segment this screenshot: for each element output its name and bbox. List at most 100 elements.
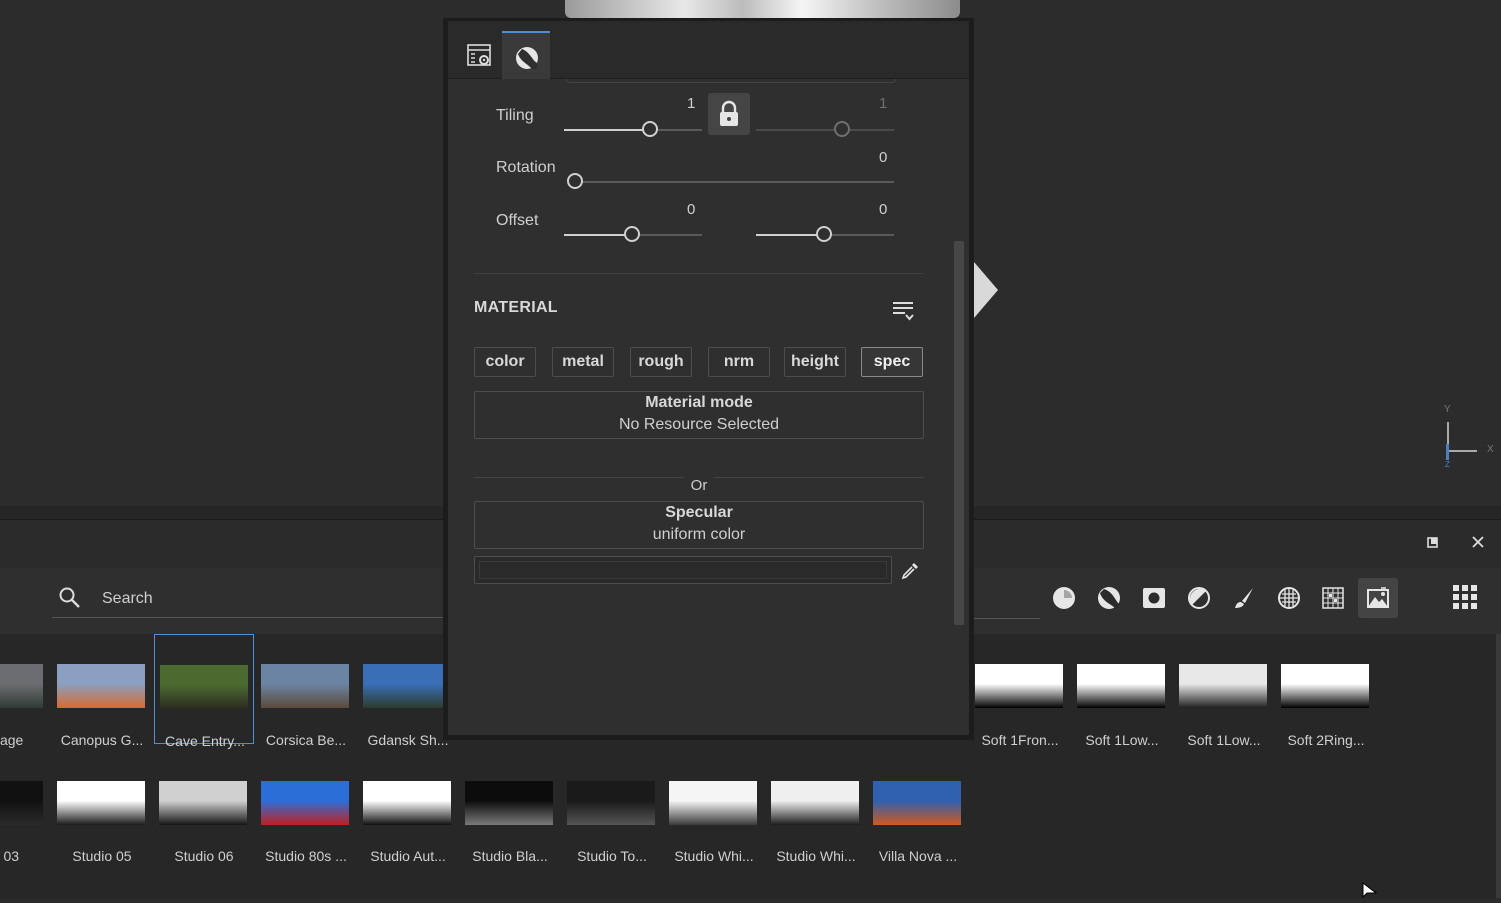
environment-thumbnail[interactable]: dio 03 — [0, 752, 50, 864]
filter-procedurals[interactable] — [1313, 578, 1353, 618]
smart-material-icon — [1098, 587, 1120, 609]
section-menu-icon[interactable] — [892, 299, 914, 326]
specular-title: Specular — [665, 504, 733, 521]
environment-thumbnail[interactable]: Studio Whi... — [766, 752, 866, 864]
filter-environments[interactable] — [1358, 578, 1398, 618]
rotation-label: Rotation — [496, 159, 556, 176]
environment-label: Cave Entry... — [165, 733, 245, 749]
channel-rough-button[interactable]: rough — [630, 347, 692, 377]
texture-icon — [1278, 587, 1300, 609]
channel-height-button[interactable]: height — [784, 347, 846, 377]
filter-brushes[interactable] — [1224, 578, 1264, 618]
panel-scrollbar[interactable] — [954, 241, 964, 625]
brush-icon — [1235, 588, 1253, 608]
environment-icon — [1367, 587, 1389, 608]
axis-z-line — [1446, 444, 1449, 460]
environment-preview-image — [567, 781, 655, 825]
tiling-v-track — [756, 129, 894, 131]
search-input[interactable]: Search — [52, 582, 452, 618]
specular-color-swatch[interactable] — [474, 556, 892, 584]
environment-thumbnail[interactable]: Studio Aut... — [358, 752, 458, 864]
environment-label: Soft 1Low... — [1187, 732, 1261, 748]
filter-smart-masks[interactable] — [1179, 578, 1219, 618]
lock-tiling-button[interactable] — [708, 93, 750, 135]
environment-label: Studio Aut... — [370, 848, 446, 864]
filter-smart-materials[interactable] — [1089, 578, 1129, 618]
environment-label: Studio To... — [577, 848, 647, 864]
specular-resource-selector[interactable]: Specular uniform color — [474, 501, 924, 549]
axis-y-label: Y — [1444, 404, 1451, 415]
filter-materials[interactable] — [1044, 578, 1084, 618]
rotation-value[interactable]: 0 — [879, 149, 887, 166]
environment-thumbnail[interactable]: Soft 1Fron... — [970, 634, 1070, 748]
channel-nrm-button[interactable]: nrm — [708, 347, 770, 377]
environment-preview-image — [975, 664, 1063, 708]
environment-thumbnail[interactable]: Studio Whi... — [664, 752, 764, 864]
panel-tabs — [448, 21, 969, 79]
environment-thumbnail[interactable]: Soft 1Low... — [1174, 634, 1274, 748]
environment-preview-image — [160, 665, 248, 709]
tiling-v-handle — [834, 121, 850, 137]
or-line-left — [474, 477, 684, 478]
material-mode-selector[interactable]: Material mode No Resource Selected — [474, 391, 924, 439]
environment-thumbnail[interactable]: Studio 06 — [154, 752, 254, 864]
offset-v-handle[interactable] — [816, 226, 832, 242]
rotation-handle[interactable] — [567, 173, 583, 189]
channel-metal-button[interactable]: metal — [552, 347, 614, 377]
tiling-u-value[interactable]: 1 — [687, 95, 695, 112]
material-mode-title: Material mode — [645, 394, 753, 411]
model-bulb-edge — [974, 262, 998, 318]
environment-preview-image — [0, 781, 43, 825]
environment-label: Studio Whi... — [776, 848, 856, 864]
offset-u-value[interactable]: 0 — [687, 201, 695, 218]
tab-material[interactable] — [502, 31, 550, 79]
filter-masks[interactable] — [1134, 578, 1174, 618]
tiling-u-fill — [564, 129, 650, 131]
or-label: Or — [690, 477, 708, 494]
axis-x-line — [1447, 450, 1477, 452]
axis-gizmo: Y X Z — [1440, 404, 1500, 474]
mouse-cursor-icon — [1362, 881, 1378, 903]
environment-preview-image — [1179, 664, 1267, 708]
mask-icon — [1143, 588, 1165, 608]
texture-set-properties-panel: Tiling 1 1 Rotation 0 Offset 0 0 MATERIA… — [443, 18, 974, 740]
material-section-title: MATERIAL — [474, 299, 558, 316]
environment-preview-image — [363, 781, 451, 825]
environment-thumbnail[interactable]: Cave Entry... — [154, 634, 254, 749]
environment-label: Studio Whi... — [674, 848, 754, 864]
channel-color-button[interactable]: color — [474, 347, 536, 377]
library-scrollbar[interactable] — [1496, 634, 1501, 898]
offset-u-handle[interactable] — [624, 226, 640, 242]
environment-preview-image — [873, 781, 961, 825]
material-icon — [1053, 587, 1075, 609]
specular-value: uniform color — [652, 526, 746, 543]
environment-thumbnail[interactable]: Studio Bla... — [460, 752, 560, 864]
offset-v-value[interactable]: 0 — [879, 201, 887, 218]
filter-textures[interactable] — [1269, 578, 1309, 618]
environment-thumbnail[interactable]: Canopus G... — [52, 634, 152, 748]
maximize-icon[interactable] — [1423, 534, 1443, 554]
environment-thumbnail[interactable]: Studio To... — [562, 752, 662, 864]
environment-label: Garage — [0, 732, 24, 748]
channel-spec-button[interactable]: spec — [861, 347, 923, 377]
environment-preview-image — [57, 664, 145, 708]
tiling-u-handle[interactable] — [642, 121, 658, 137]
environment-thumbnail[interactable]: Corsica Be... — [256, 634, 356, 748]
environment-thumbnail[interactable]: Soft 1Low... — [1072, 634, 1172, 748]
tiling-label: Tiling — [496, 107, 534, 124]
grid-view-icon[interactable] — [1450, 582, 1482, 614]
rotation-track[interactable] — [574, 181, 894, 183]
environment-preview-image — [261, 781, 349, 825]
offset-v-fill — [756, 234, 824, 236]
material-sphere-icon — [516, 47, 538, 69]
environment-thumbnail[interactable]: Studio 80s ... — [256, 752, 356, 864]
environment-thumbnail[interactable]: Villa Nova ... — [868, 752, 968, 864]
environment-label: Studio Bla... — [472, 848, 548, 864]
environment-thumbnail[interactable]: Soft 2Ring... — [1276, 634, 1376, 748]
environment-thumbnail[interactable]: Studio 05 — [52, 752, 152, 864]
close-icon[interactable] — [1468, 534, 1488, 554]
environment-thumbnail[interactable]: Garage — [0, 634, 50, 748]
environment-preview-image — [363, 664, 451, 708]
eyedropper-icon[interactable] — [900, 561, 920, 586]
tab-settings[interactable] — [454, 31, 502, 79]
